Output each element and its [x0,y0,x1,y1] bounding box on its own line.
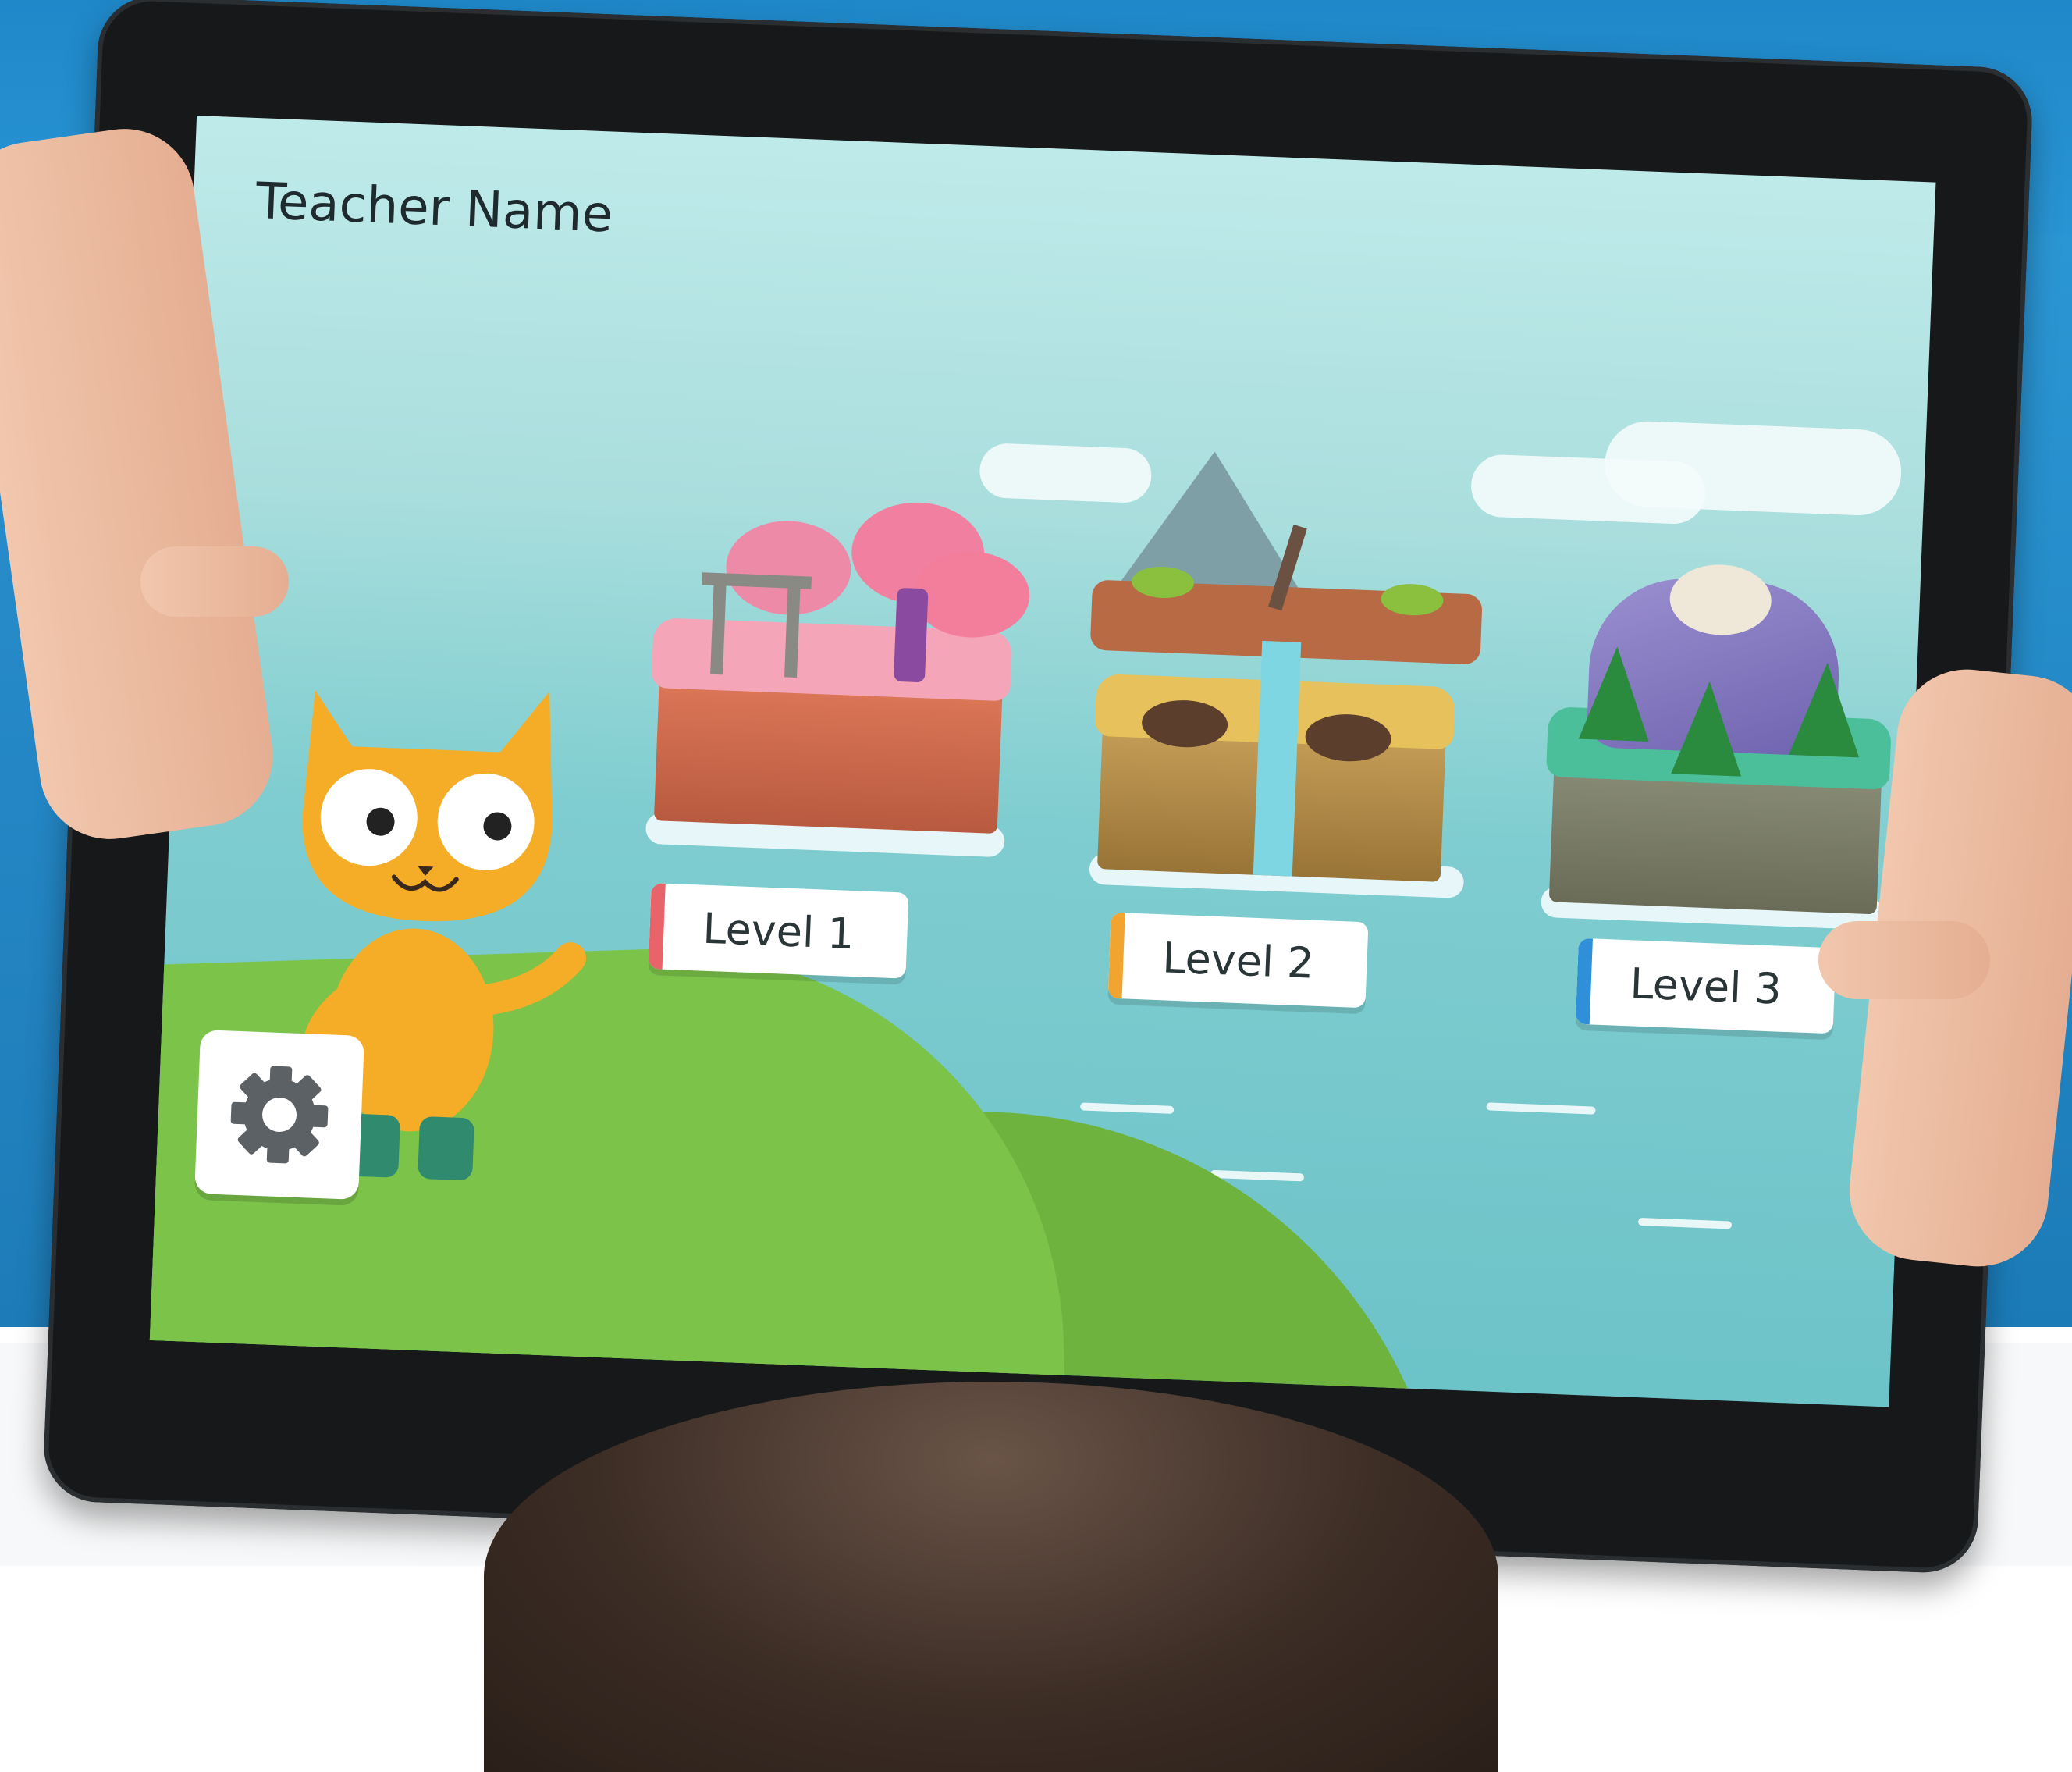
level-1-button[interactable]: Level 1 [648,883,909,979]
level-2-button[interactable]: Level 2 [1107,912,1369,1009]
pine-tree [1671,680,1745,777]
pine-tree [1578,645,1653,742]
tablet: Teacher Name Level 1 Level 2 Level 3 [41,0,2035,1575]
level-2-accent [1107,912,1125,999]
level-1-label: Level 1 [702,903,855,959]
level-1-accent [648,883,666,970]
island-level-2[interactable] [1072,517,1492,915]
wave [1486,1102,1596,1115]
child-hair [484,1382,1498,1772]
gear-icon [230,1066,329,1164]
wave [1637,1217,1733,1229]
cloud [1603,419,1903,518]
blossom-tree [911,549,1032,640]
island-level-3[interactable] [1524,526,1914,946]
wave [1080,1102,1175,1114]
teacher-name: Teacher Name [254,173,614,244]
level-3-accent [1575,938,1593,1025]
right-thumb [1818,921,1990,999]
island-level-1[interactable] [621,484,1041,874]
settings-button[interactable] [194,1030,364,1200]
tree-trunk [893,587,929,683]
level-3-label: Level 3 [1629,958,1782,1014]
app-screen: Teacher Name Level 1 Level 2 Level 3 [149,115,1936,1407]
pine-tree [1789,660,1863,758]
wave [1210,1169,1305,1182]
level-2-label: Level 2 [1161,932,1315,988]
left-thumb [140,546,289,617]
level-3-button[interactable]: Level 3 [1575,938,1836,1034]
